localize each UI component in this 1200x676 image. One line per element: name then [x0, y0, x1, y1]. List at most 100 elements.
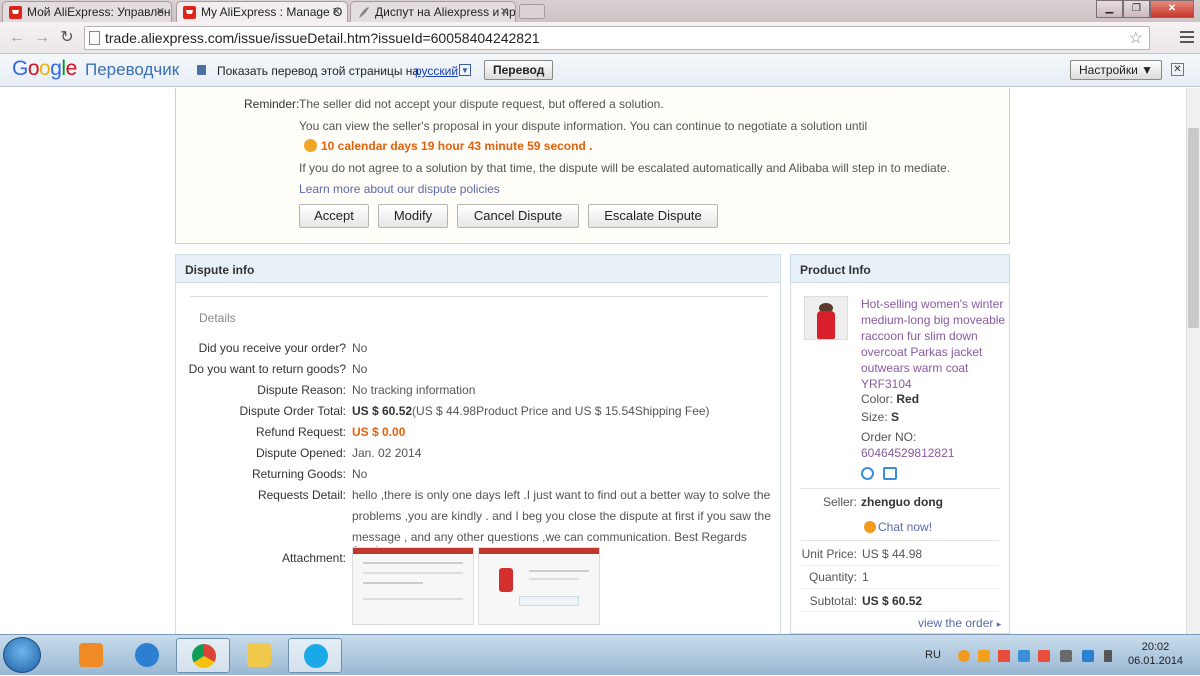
detail-label: Dispute Opened: — [255, 446, 346, 460]
reload-icon[interactable]: ↻ — [56, 27, 78, 49]
address-bar[interactable]: trade.aliexpress.com/issue/issueDetail.h… — [84, 26, 1150, 50]
chat-icon — [864, 521, 876, 533]
escalate-dispute-button[interactable]: Escalate Dispute — [588, 204, 718, 228]
translate-prompt: Показать перевод этой страницы на — [217, 64, 420, 78]
tray-app-icon[interactable] — [1018, 650, 1030, 662]
page-icon — [89, 31, 100, 45]
tab-dispute-article[interactable]: Диспут на Aliexpress и пр ✕ — [350, 1, 516, 22]
close-icon[interactable]: ✕ — [332, 5, 341, 18]
tab-my-aliexpress-ru[interactable]: Мой AliExpress: Управлен ✕ — [2, 1, 172, 22]
menu-icon[interactable] — [1180, 31, 1194, 46]
language-indicator[interactable]: RU — [925, 649, 941, 661]
product-image[interactable] — [804, 296, 848, 340]
divider — [801, 488, 999, 489]
url-text: trade.aliexpress.com/issue/issueDetail.h… — [105, 30, 540, 46]
chat-now-link[interactable]: Chat now! — [864, 520, 932, 534]
new-tab-button[interactable] — [519, 4, 545, 19]
request-line: hello ,there is only one days left .I ju… — [352, 488, 771, 502]
window-controls: ▁ ❐ ✕ — [1096, 0, 1194, 18]
close-icon[interactable]: ✕ — [1171, 63, 1184, 76]
unit-price-value: US $ 44.98 — [862, 547, 923, 561]
translate-bar: Google Переводчик Показать перевод этой … — [0, 54, 1200, 87]
clock-icon — [304, 139, 317, 152]
learn-more-link[interactable]: Learn more about our dispute policies — [299, 182, 500, 196]
skype-icon[interactable] — [288, 638, 342, 673]
countdown: 10 calendar days 19 hour 43 minute 59 se… — [304, 139, 592, 153]
flag-icon[interactable] — [998, 650, 1010, 662]
internet-explorer-icon[interactable] — [120, 638, 174, 673]
google-logo: Google — [12, 57, 77, 80]
refund-request-value: US $ 0.00 — [352, 425, 406, 439]
detail-value: No tracking information — [352, 383, 476, 397]
divider — [801, 565, 999, 566]
browser-toolbar: ← → ↻ trade.aliexpress.com/issue/issueDe… — [0, 22, 1200, 54]
dropdown-arrow-icon[interactable]: ▼ — [459, 64, 471, 76]
subtotal-label: Subtotal: — [809, 594, 857, 608]
attachment-thumbnail[interactable] — [352, 547, 474, 625]
scrollbar[interactable] — [1186, 88, 1200, 634]
detail-value: No — [352, 467, 368, 481]
restore-button[interactable]: ❐ — [1123, 0, 1150, 18]
detail-value: No — [352, 341, 368, 355]
product-color: Color: Red — [861, 392, 920, 406]
seller-name[interactable]: zhenguo dong — [861, 495, 943, 509]
close-icon[interactable]: ✕ — [156, 5, 165, 18]
file-explorer-icon[interactable] — [232, 638, 286, 673]
battery-icon[interactable] — [1104, 650, 1112, 662]
detail-label: Dispute Order Total: — [239, 404, 347, 418]
order-no-label: Order NO: — [861, 430, 917, 444]
divider — [801, 588, 999, 589]
calendar-icon[interactable] — [883, 467, 897, 480]
divider — [801, 540, 999, 541]
cancel-dispute-button[interactable]: Cancel Dispute — [457, 204, 579, 228]
cart-icon — [9, 6, 22, 19]
attachment-thumbnail[interactable] — [478, 547, 600, 625]
reminder-box: Reminder: The seller did not accept your… — [175, 88, 1010, 244]
close-icon[interactable]: ✕ — [500, 5, 509, 18]
reminder-label: Reminder: — [244, 97, 300, 111]
settings-button[interactable]: Настройки ▼ — [1070, 60, 1163, 80]
translate-button[interactable]: Перевод — [484, 60, 554, 80]
accept-button[interactable]: Accept — [299, 204, 369, 228]
view-order-link[interactable]: view the order ▸ — [918, 616, 1001, 630]
tab-manage-orders[interactable]: My AliExpress : Manage O ✕ — [176, 1, 348, 22]
taskbar-clock[interactable]: 20:02 06.01.2014 — [1128, 640, 1183, 668]
volume-icon[interactable] — [1060, 650, 1072, 662]
detail-label: Did you receive your order? — [198, 341, 346, 355]
divider — [190, 296, 768, 297]
language-select[interactable]: русский — [415, 64, 458, 78]
forward-icon[interactable]: → — [31, 27, 53, 49]
panel-header: Product Info — [791, 255, 1009, 283]
network-icon[interactable] — [1082, 650, 1094, 662]
request-line: problems ,you are kindly . and I beg you… — [352, 509, 771, 523]
cart-icon — [183, 6, 196, 19]
detail-value: US $ 60.52(US $ 44.98Product Price and U… — [352, 404, 710, 418]
alarm-clock-icon[interactable] — [861, 467, 874, 480]
start-button[interactable] — [3, 637, 41, 673]
media-player-icon[interactable] — [64, 638, 118, 673]
divider — [801, 611, 999, 612]
subtotal-value: US $ 60.52 — [862, 594, 923, 608]
page-content: Reminder: The seller did not accept your… — [0, 88, 1186, 634]
chrome-icon[interactable] — [176, 638, 230, 673]
clock-time: 20:02 — [1141, 641, 1170, 653]
order-no-link[interactable]: 60464529812821 — [861, 445, 954, 461]
detail-label: Do you want to return goods? — [188, 362, 346, 376]
bookmark-star-icon[interactable]: ☆ — [1129, 28, 1143, 48]
reminder-line: The seller did not accept your dispute r… — [299, 97, 664, 111]
back-icon[interactable]: ← — [6, 27, 28, 49]
product-title[interactable]: Hot-selling women's winter medium-long b… — [861, 296, 1005, 392]
speaker-icon[interactable] — [1038, 650, 1050, 662]
feather-icon — [359, 7, 369, 18]
detail-label: Attachment: — [281, 551, 346, 565]
close-window-button[interactable]: ✕ — [1150, 0, 1194, 18]
modify-button[interactable]: Modify — [378, 204, 448, 228]
tray-app-icon[interactable] — [958, 650, 970, 662]
tray-app-icon[interactable] — [978, 650, 990, 662]
quantity-value: 1 — [862, 570, 869, 584]
minimize-button[interactable]: ▁ — [1096, 0, 1123, 18]
taskbar: RU 20:02 06.01.2014 — [0, 634, 1200, 675]
lock-icon — [197, 65, 206, 75]
scrollbar-thumb[interactable] — [1188, 128, 1199, 328]
tab-label: Диспут на Aliexpress и пр — [375, 5, 516, 19]
